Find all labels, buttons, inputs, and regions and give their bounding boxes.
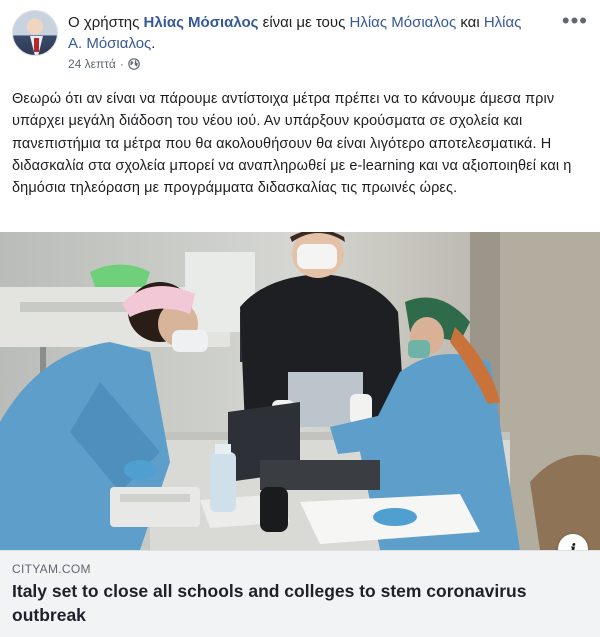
author-prefix: Ο χρήστης xyxy=(68,14,144,31)
avatar-tie xyxy=(34,38,39,52)
author-line: Ο χρήστης Ηλίας Μόσιαλος είναι με τους Η… xyxy=(68,12,538,54)
link-preview[interactable]: CITYAM.COM Italy set to close all school… xyxy=(0,550,600,637)
tagged-user-1-link[interactable]: Ηλίας Μόσιαλος xyxy=(350,14,457,31)
and-text: και xyxy=(456,14,484,31)
post-body-text: Θεωρώ ότι αν είναι να πάρουμε αντίστοιχα… xyxy=(12,91,572,197)
link-domain: CITYAM.COM xyxy=(12,562,91,576)
medical-staff-photo xyxy=(0,232,600,550)
timestamp-link[interactable]: 24 λεπτά xyxy=(68,57,116,71)
globe-icon[interactable] xyxy=(128,58,140,70)
author-avatar[interactable] xyxy=(12,10,58,56)
author-name-link[interactable]: Ηλίας Μόσιαλος xyxy=(144,14,259,31)
end-text: . xyxy=(151,35,156,52)
link-headline[interactable]: Italy set to close all schools and colle… xyxy=(12,579,572,627)
link-preview-image[interactable] xyxy=(0,232,600,550)
meta-separator: · xyxy=(119,57,124,71)
post-header: Ο χρήστης Ηλίας Μόσιαλος είναι με τους Η… xyxy=(12,10,588,80)
with-text: είναι με τους xyxy=(258,14,350,31)
more-options-icon[interactable]: ••• xyxy=(562,10,588,32)
post-meta: 24 λεπτά · xyxy=(68,57,140,71)
